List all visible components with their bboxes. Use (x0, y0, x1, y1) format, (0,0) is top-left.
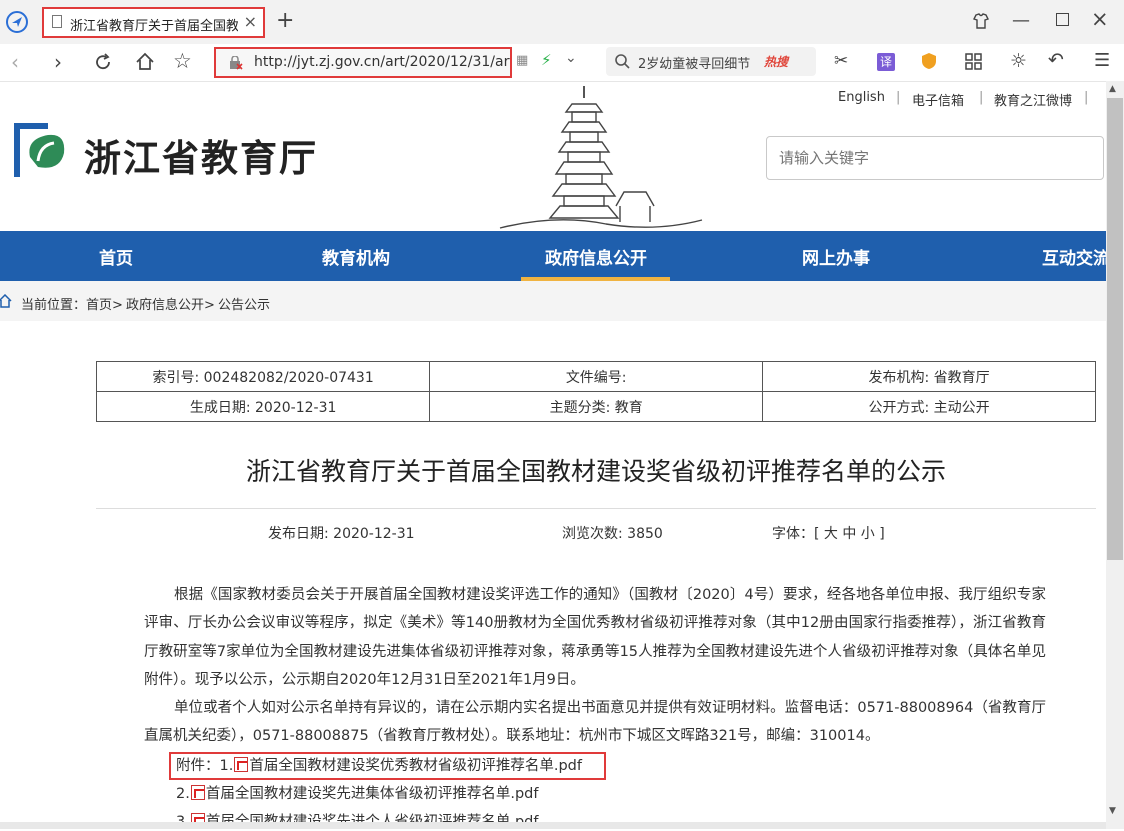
site-logo-icon (14, 123, 65, 177)
nav-home[interactable]: 首页 (99, 244, 133, 269)
nav-gov-info[interactable]: 政府信息公开 (545, 244, 647, 269)
nav-institutions[interactable]: 教育机构 (322, 244, 390, 269)
search-hot-text: 2岁幼童被寻回细节 (638, 57, 751, 72)
attachment-label: 附件： (176, 758, 220, 774)
insecure-lock-icon (230, 56, 243, 70)
chevron-down-icon[interactable]: ⌄ (565, 50, 577, 66)
article-paragraph-2: 单位或者个人如对公示名单持有异议的，请在公示期内实名提出书面意见并提供有效证明材… (144, 700, 1046, 745)
shirt-icon[interactable] (972, 12, 990, 30)
breadcrumb-home[interactable]: 首页> (86, 294, 123, 313)
breadcrumb-prefix: 当前位置： (21, 298, 87, 313)
browser-tab[interactable]: 浙江省教育厅关于首届全国教材 × (42, 7, 265, 38)
nav-interaction[interactable]: 互动交流 (1042, 244, 1106, 269)
horizontal-scrollbar[interactable] (0, 822, 1106, 829)
tab-title: 浙江省教育厅关于首届全国教材 (70, 19, 238, 34)
scrollbar-thumb[interactable] (1107, 98, 1123, 560)
speed-mode-icon[interactable]: ⚡ (541, 51, 552, 69)
article-title: 浙江省教育厅关于首届全国教材建设奖省级初评推荐名单的公示 (245, 457, 946, 486)
meta-index-no: 索引号: 002482082/2020-07431 (95, 361, 431, 392)
forward-icon[interactable]: › (54, 50, 62, 74)
page-icon (52, 15, 62, 28)
meta-issuer: 发布机构: 省教育厅 (762, 361, 1096, 392)
meta-category: 主题分类: 教育 (429, 391, 764, 422)
attachment-number: 2. (176, 786, 190, 802)
site-name: 浙江省教育厅 (84, 136, 318, 180)
bookmark-star-icon[interactable]: ☆ (173, 49, 192, 73)
attachment-number: 1. (219, 758, 234, 774)
minimize-icon[interactable]: — (1012, 10, 1030, 31)
qr-code-icon[interactable]: ▦ (516, 53, 528, 68)
menu-icon[interactable]: ☰ (1094, 50, 1110, 71)
attachment-link[interactable]: 首届全国教材建设奖优秀教材省级初评推荐名单.pdf (249, 758, 582, 774)
scissors-icon[interactable]: ✂ (834, 51, 848, 71)
english-link[interactable]: English (838, 90, 885, 105)
home-icon (0, 294, 12, 308)
reload-icon[interactable] (93, 52, 113, 72)
back-icon[interactable]: ‹ (11, 50, 19, 74)
browser-toolbar (0, 44, 1124, 82)
meta-created-date: 生成日期: 2020-12-31 (95, 391, 431, 422)
brightness-icon[interactable]: ☼ (1010, 50, 1027, 72)
url-text: http://jyt.zj.gov.cn/art/2020/12/31/art (254, 54, 510, 70)
article-paragraph-1: 根据《国家教材委员会关于开展首届全国教材建设奖评选工作的通知》（国教材〔2020… (144, 587, 1046, 688)
attachment-2: 2. 首届全国教材建设奖先进集体省级初评推荐名单.pdf (176, 782, 538, 803)
divider (96, 508, 1096, 509)
separator: | (979, 90, 984, 105)
meta-doc-no: 文件编号: (429, 361, 764, 392)
new-tab-icon[interactable]: + (276, 8, 294, 33)
close-window-icon[interactable]: × (1091, 7, 1109, 31)
shield-icon[interactable] (919, 51, 939, 71)
scroll-up-icon[interactable]: ▲ (1109, 84, 1116, 94)
pdf-icon (234, 757, 249, 772)
document-meta-table: 索引号: 002482082/2020-07431 文件编号: 发布机构: 省教… (95, 361, 1096, 422)
view-count: 浏览次数: 3850 (562, 526, 663, 542)
attachment-link[interactable]: 首届全国教材建设奖先进集体省级初评推荐名单.pdf (206, 786, 539, 802)
translate-icon[interactable]: 译 (877, 53, 895, 71)
pagoda-illustration (499, 86, 703, 229)
undo-icon[interactable]: ↶ (1048, 49, 1064, 71)
nav-online-services[interactable]: 网上办事 (802, 244, 870, 269)
maximize-icon[interactable] (1056, 13, 1069, 26)
pdf-icon (190, 785, 205, 800)
publish-date: 发布日期: 2020-12-31 (268, 526, 415, 542)
attachment-1: 附件：1. 首届全国教材建设奖优秀教材省级初评推荐名单.pdf (176, 754, 582, 775)
site-search-input[interactable] (766, 136, 1104, 180)
search-icon (615, 54, 630, 69)
scroll-down-icon[interactable]: ▼ (1109, 806, 1116, 816)
browser-logo-icon (6, 11, 28, 33)
browser-search-box[interactable]: 2岁幼童被寻回细节 热搜 (606, 47, 816, 76)
weibo-link[interactable]: 教育之江微博 (994, 90, 1072, 109)
close-tab-icon[interactable]: × (244, 12, 257, 31)
breadcrumb: 当前位置： 首页> 政府信息公开> 公告公示 (0, 281, 1106, 321)
email-link[interactable]: 电子信箱 (912, 90, 964, 109)
font-size-switcher[interactable]: 字体：[ 大 中 小 ] (772, 523, 885, 543)
hot-search-brand: 热搜 (764, 55, 789, 69)
breadcrumb-gov-info[interactable]: 政府信息公开> (126, 294, 215, 313)
breadcrumb-notices[interactable]: 公告公示 (218, 294, 270, 313)
meta-openness: 公开方式: 主动公开 (762, 391, 1096, 422)
address-bar[interactable]: http://jyt.zj.gov.cn/art/2020/12/31/art (214, 47, 512, 78)
separator: | (896, 90, 901, 105)
home-icon[interactable] (134, 51, 156, 73)
apps-grid-icon[interactable] (964, 52, 984, 72)
separator: | (1084, 90, 1089, 105)
main-nav: 首页 教育机构 政府信息公开 网上办事 互动交流 (0, 231, 1106, 281)
